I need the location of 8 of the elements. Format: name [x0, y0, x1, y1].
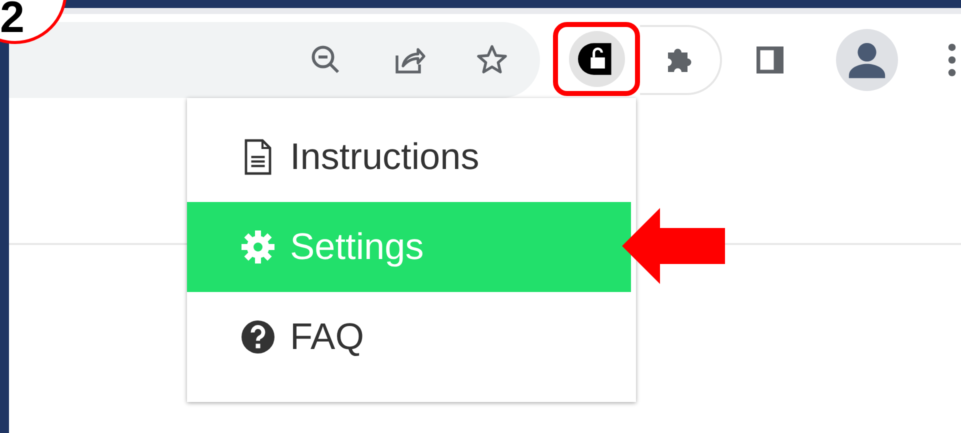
menu-item[interactable]: FAQ: [187, 292, 631, 382]
menu-item[interactable]: Instructions: [187, 112, 631, 202]
more-menu-icon[interactable]: [946, 41, 958, 79]
avatar-icon[interactable]: [836, 29, 898, 91]
extensions-button[interactable]: [640, 25, 722, 95]
help-icon: [240, 318, 276, 356]
gear-icon: [240, 228, 276, 266]
step-number: 2: [0, 0, 24, 40]
